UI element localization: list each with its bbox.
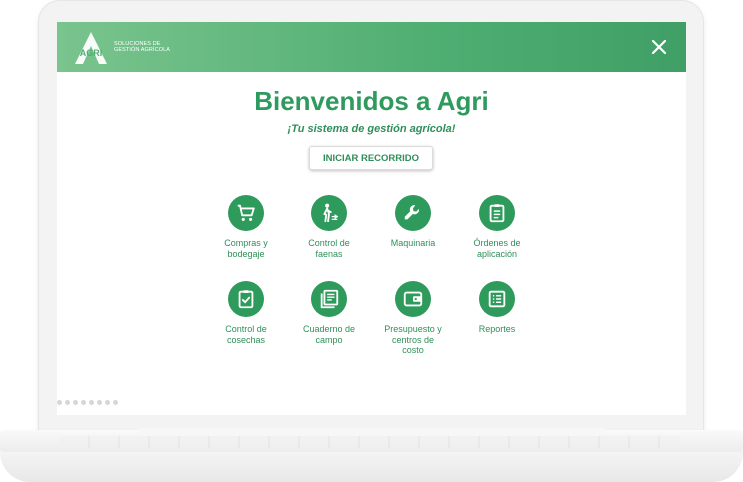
pagination-dot[interactable] [105,400,110,405]
module-icon-circle [479,281,515,317]
pagination-dot[interactable] [57,400,62,405]
module-label: Órdenes de aplicación [473,238,521,259]
wallet-icon [403,291,423,307]
pagination-dot[interactable] [81,400,86,405]
laptop-base [0,452,743,482]
module-label: Cuaderno de campo [302,324,356,345]
module-icon-circle [228,281,264,317]
start-tour-button[interactable]: INICIAR RECORRIDO [309,146,433,170]
wrench-icon [404,205,420,220]
page-subtitle: ¡Tu sistema de gestión agrícola! [287,123,456,135]
app-header: AGRI SOLUCIONES DE GESTIÓN AGRÍCOLA [57,22,686,72]
clipboard-icon [489,204,505,223]
module-label: Control de cosechas [225,324,267,345]
module-control-faenas[interactable]: Control de faenas [284,195,374,259]
pagination-dot[interactable] [89,400,94,405]
module-compras-bodegaje[interactable]: Compras y bodegaje [201,195,291,259]
module-maquinaria[interactable]: Maquinaria [368,195,458,249]
close-icon[interactable] [646,34,672,60]
module-icon-circle [395,195,431,231]
module-presupuesto-centros-costo[interactable]: Presupuesto y centros de costo [368,281,458,356]
module-icon-circle [479,195,515,231]
pagination-dot[interactable] [97,400,102,405]
module-icon-circle [228,195,264,231]
laptop-hinge [138,428,604,436]
agri-logo-icon: AGRI [75,32,107,64]
laptop-keys [60,436,680,448]
module-ordenes-aplicacion[interactable]: Órdenes de aplicación [452,195,542,259]
module-icon-circle [311,195,347,231]
pagination-dot[interactable] [73,400,78,405]
app-screen: AGRI SOLUCIONES DE GESTIÓN AGRÍCOLA Bien… [57,22,686,415]
module-label: Presupuesto y centros de costo [384,324,442,355]
module-label: Maquinaria [390,238,436,248]
module-cuaderno-campo[interactable]: Cuaderno de campo [284,281,374,345]
pagination-dots [57,400,118,408]
module-control-cosechas[interactable]: Control de cosechas [201,281,291,345]
page-title: Bienvenidos a Agri [254,86,489,116]
pagination-dot[interactable] [113,400,118,405]
module-label: Reportes [478,324,516,334]
checklist-icon [238,290,254,309]
module-icon-circle [395,281,431,317]
pagination-dot[interactable] [65,400,70,405]
module-label: Compras y bodegaje [224,238,268,259]
shopping-cart-icon [237,204,255,221]
logo-tagline-line2: GESTIÓN AGRÍCOLA [114,47,171,53]
module-label: Control de faenas [308,238,350,259]
module-icon-circle [311,281,347,317]
report-list-icon [488,290,506,308]
logo-wordmark: AGRI [80,48,103,58]
module-reportes[interactable]: Reportes [452,281,542,335]
notebook-icon [320,289,339,309]
logo-tagline: SOLUCIONES DE GESTIÓN AGRÍCOLA [114,41,170,53]
worker-icon [323,203,339,223]
